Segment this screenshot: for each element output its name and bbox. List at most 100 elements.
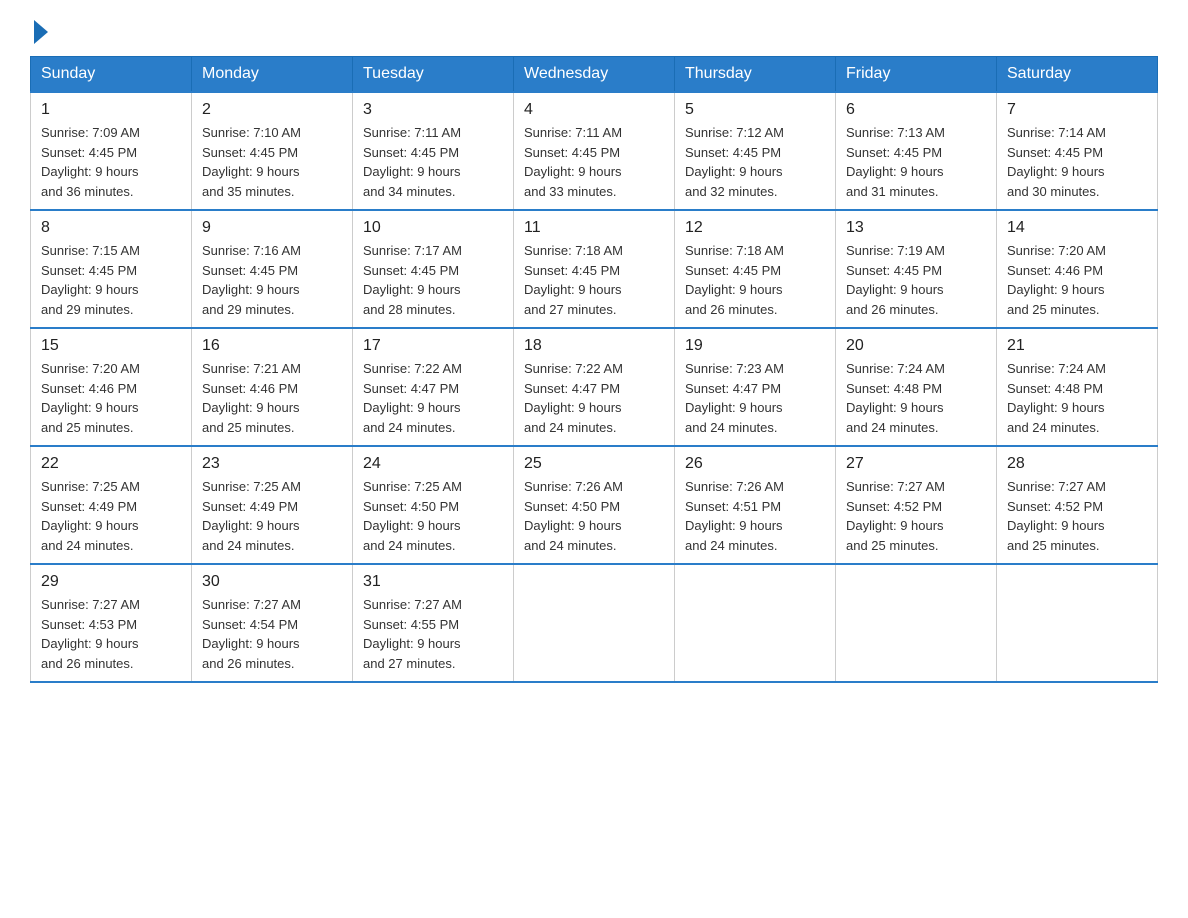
day-info: Sunrise: 7:25 AM Sunset: 4:49 PM Dayligh… <box>202 477 342 555</box>
day-info: Sunrise: 7:27 AM Sunset: 4:55 PM Dayligh… <box>363 595 503 673</box>
logo <box>30 20 48 44</box>
calendar-day-cell <box>514 564 675 682</box>
day-number: 28 <box>1007 455 1147 473</box>
day-number: 16 <box>202 337 342 355</box>
calendar-day-cell: 19 Sunrise: 7:23 AM Sunset: 4:47 PM Dayl… <box>675 328 836 446</box>
calendar-day-cell: 25 Sunrise: 7:26 AM Sunset: 4:50 PM Dayl… <box>514 446 675 564</box>
day-info: Sunrise: 7:26 AM Sunset: 4:50 PM Dayligh… <box>524 477 664 555</box>
day-number: 17 <box>363 337 503 355</box>
day-info: Sunrise: 7:20 AM Sunset: 4:46 PM Dayligh… <box>1007 241 1147 319</box>
calendar-day-cell: 30 Sunrise: 7:27 AM Sunset: 4:54 PM Dayl… <box>192 564 353 682</box>
calendar-day-cell: 16 Sunrise: 7:21 AM Sunset: 4:46 PM Dayl… <box>192 328 353 446</box>
calendar-day-cell: 5 Sunrise: 7:12 AM Sunset: 4:45 PM Dayli… <box>675 92 836 210</box>
calendar-day-cell: 22 Sunrise: 7:25 AM Sunset: 4:49 PM Dayl… <box>31 446 192 564</box>
calendar-day-cell: 23 Sunrise: 7:25 AM Sunset: 4:49 PM Dayl… <box>192 446 353 564</box>
day-number: 5 <box>685 101 825 119</box>
day-of-week-header: Thursday <box>675 57 836 93</box>
day-number: 19 <box>685 337 825 355</box>
calendar-day-cell: 27 Sunrise: 7:27 AM Sunset: 4:52 PM Dayl… <box>836 446 997 564</box>
day-number: 7 <box>1007 101 1147 119</box>
day-info: Sunrise: 7:17 AM Sunset: 4:45 PM Dayligh… <box>363 241 503 319</box>
day-number: 23 <box>202 455 342 473</box>
calendar-day-cell: 24 Sunrise: 7:25 AM Sunset: 4:50 PM Dayl… <box>353 446 514 564</box>
day-info: Sunrise: 7:22 AM Sunset: 4:47 PM Dayligh… <box>363 359 503 437</box>
day-info: Sunrise: 7:24 AM Sunset: 4:48 PM Dayligh… <box>846 359 986 437</box>
calendar-week-row: 22 Sunrise: 7:25 AM Sunset: 4:49 PM Dayl… <box>31 446 1158 564</box>
calendar-day-cell: 2 Sunrise: 7:10 AM Sunset: 4:45 PM Dayli… <box>192 92 353 210</box>
calendar-day-cell: 20 Sunrise: 7:24 AM Sunset: 4:48 PM Dayl… <box>836 328 997 446</box>
day-number: 27 <box>846 455 986 473</box>
calendar-day-cell: 6 Sunrise: 7:13 AM Sunset: 4:45 PM Dayli… <box>836 92 997 210</box>
page-header <box>30 20 1158 44</box>
logo-arrow-icon <box>34 20 48 44</box>
day-number: 6 <box>846 101 986 119</box>
day-info: Sunrise: 7:27 AM Sunset: 4:54 PM Dayligh… <box>202 595 342 673</box>
calendar-day-cell: 28 Sunrise: 7:27 AM Sunset: 4:52 PM Dayl… <box>997 446 1158 564</box>
day-info: Sunrise: 7:27 AM Sunset: 4:53 PM Dayligh… <box>41 595 181 673</box>
day-number: 31 <box>363 573 503 591</box>
day-number: 29 <box>41 573 181 591</box>
day-number: 25 <box>524 455 664 473</box>
day-info: Sunrise: 7:09 AM Sunset: 4:45 PM Dayligh… <box>41 123 181 201</box>
day-number: 24 <box>363 455 503 473</box>
day-of-week-header: Monday <box>192 57 353 93</box>
day-info: Sunrise: 7:24 AM Sunset: 4:48 PM Dayligh… <box>1007 359 1147 437</box>
calendar-day-cell: 18 Sunrise: 7:22 AM Sunset: 4:47 PM Dayl… <box>514 328 675 446</box>
day-of-week-header: Friday <box>836 57 997 93</box>
day-number: 15 <box>41 337 181 355</box>
calendar-day-cell: 3 Sunrise: 7:11 AM Sunset: 4:45 PM Dayli… <box>353 92 514 210</box>
calendar-day-cell: 10 Sunrise: 7:17 AM Sunset: 4:45 PM Dayl… <box>353 210 514 328</box>
day-info: Sunrise: 7:21 AM Sunset: 4:46 PM Dayligh… <box>202 359 342 437</box>
day-number: 30 <box>202 573 342 591</box>
calendar-week-row: 15 Sunrise: 7:20 AM Sunset: 4:46 PM Dayl… <box>31 328 1158 446</box>
calendar-day-cell: 9 Sunrise: 7:16 AM Sunset: 4:45 PM Dayli… <box>192 210 353 328</box>
day-number: 12 <box>685 219 825 237</box>
day-number: 11 <box>524 219 664 237</box>
calendar-day-cell: 1 Sunrise: 7:09 AM Sunset: 4:45 PM Dayli… <box>31 92 192 210</box>
day-number: 9 <box>202 219 342 237</box>
day-number: 1 <box>41 101 181 119</box>
day-number: 4 <box>524 101 664 119</box>
day-number: 13 <box>846 219 986 237</box>
day-info: Sunrise: 7:19 AM Sunset: 4:45 PM Dayligh… <box>846 241 986 319</box>
day-info: Sunrise: 7:11 AM Sunset: 4:45 PM Dayligh… <box>524 123 664 201</box>
calendar-day-cell: 12 Sunrise: 7:18 AM Sunset: 4:45 PM Dayl… <box>675 210 836 328</box>
day-number: 20 <box>846 337 986 355</box>
day-of-week-header: Tuesday <box>353 57 514 93</box>
calendar-day-cell: 4 Sunrise: 7:11 AM Sunset: 4:45 PM Dayli… <box>514 92 675 210</box>
day-number: 8 <box>41 219 181 237</box>
calendar-week-row: 8 Sunrise: 7:15 AM Sunset: 4:45 PM Dayli… <box>31 210 1158 328</box>
calendar-day-cell: 11 Sunrise: 7:18 AM Sunset: 4:45 PM Dayl… <box>514 210 675 328</box>
day-info: Sunrise: 7:18 AM Sunset: 4:45 PM Dayligh… <box>524 241 664 319</box>
calendar-week-row: 1 Sunrise: 7:09 AM Sunset: 4:45 PM Dayli… <box>31 92 1158 210</box>
day-number: 21 <box>1007 337 1147 355</box>
calendar-day-cell <box>675 564 836 682</box>
day-info: Sunrise: 7:18 AM Sunset: 4:45 PM Dayligh… <box>685 241 825 319</box>
day-info: Sunrise: 7:25 AM Sunset: 4:50 PM Dayligh… <box>363 477 503 555</box>
calendar-day-cell <box>997 564 1158 682</box>
day-info: Sunrise: 7:15 AM Sunset: 4:45 PM Dayligh… <box>41 241 181 319</box>
day-of-week-header: Saturday <box>997 57 1158 93</box>
day-info: Sunrise: 7:20 AM Sunset: 4:46 PM Dayligh… <box>41 359 181 437</box>
day-info: Sunrise: 7:27 AM Sunset: 4:52 PM Dayligh… <box>846 477 986 555</box>
day-info: Sunrise: 7:22 AM Sunset: 4:47 PM Dayligh… <box>524 359 664 437</box>
day-of-week-header: Sunday <box>31 57 192 93</box>
calendar-week-row: 29 Sunrise: 7:27 AM Sunset: 4:53 PM Dayl… <box>31 564 1158 682</box>
day-info: Sunrise: 7:14 AM Sunset: 4:45 PM Dayligh… <box>1007 123 1147 201</box>
calendar-table: SundayMondayTuesdayWednesdayThursdayFrid… <box>30 56 1158 683</box>
day-number: 14 <box>1007 219 1147 237</box>
day-info: Sunrise: 7:25 AM Sunset: 4:49 PM Dayligh… <box>41 477 181 555</box>
calendar-day-cell: 14 Sunrise: 7:20 AM Sunset: 4:46 PM Dayl… <box>997 210 1158 328</box>
calendar-day-cell: 21 Sunrise: 7:24 AM Sunset: 4:48 PM Dayl… <box>997 328 1158 446</box>
calendar-day-cell: 13 Sunrise: 7:19 AM Sunset: 4:45 PM Dayl… <box>836 210 997 328</box>
day-number: 18 <box>524 337 664 355</box>
calendar-day-cell: 7 Sunrise: 7:14 AM Sunset: 4:45 PM Dayli… <box>997 92 1158 210</box>
day-number: 10 <box>363 219 503 237</box>
calendar-day-cell: 15 Sunrise: 7:20 AM Sunset: 4:46 PM Dayl… <box>31 328 192 446</box>
calendar-header-row: SundayMondayTuesdayWednesdayThursdayFrid… <box>31 57 1158 93</box>
calendar-day-cell: 26 Sunrise: 7:26 AM Sunset: 4:51 PM Dayl… <box>675 446 836 564</box>
day-number: 2 <box>202 101 342 119</box>
day-number: 26 <box>685 455 825 473</box>
day-number: 22 <box>41 455 181 473</box>
calendar-day-cell: 29 Sunrise: 7:27 AM Sunset: 4:53 PM Dayl… <box>31 564 192 682</box>
